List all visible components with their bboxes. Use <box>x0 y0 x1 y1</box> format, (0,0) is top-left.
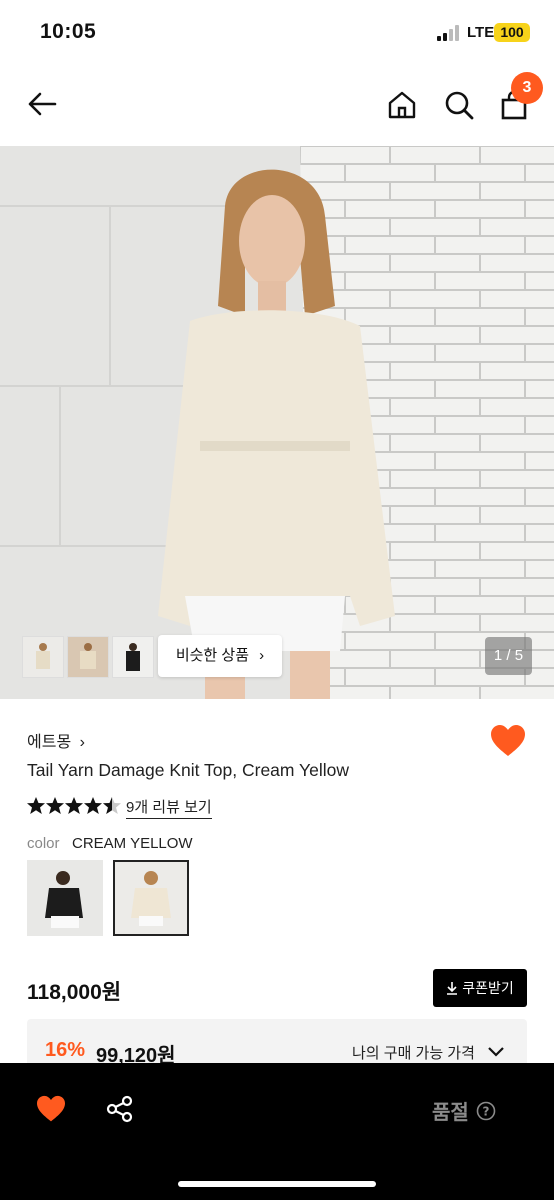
my-price-toggle[interactable]: 나의 구매 가능 가격 <box>352 1042 505 1063</box>
soldout-status: 품절 ? <box>432 1096 496 1125</box>
coupon-button-label: 쿠폰받기 <box>462 980 514 996</box>
chevron-down-icon <box>488 1047 504 1057</box>
share-icon[interactable] <box>106 1095 134 1123</box>
home-icon[interactable] <box>386 89 418 121</box>
home-indicator <box>178 1181 376 1187</box>
color-value: CREAM YELLOW <box>72 835 193 852</box>
color-swatch-cream-yellow[interactable] <box>113 860 189 936</box>
color-swatch-black[interactable] <box>27 860 103 936</box>
brand-name: 에트몽 <box>27 734 72 751</box>
cart-count-badge: 3 <box>511 72 543 104</box>
network-label: LTE <box>467 24 495 41</box>
similar-products-button[interactable]: 비슷한 상품 › <box>158 635 282 677</box>
gallery-thumbnail[interactable] <box>112 636 154 678</box>
status-time: 10:05 <box>40 20 97 43</box>
original-price: 118,000원 <box>27 981 122 1004</box>
help-icon[interactable]: ? <box>476 1101 496 1121</box>
product-image[interactable] <box>0 146 554 699</box>
chevron-right-icon: › <box>79 734 85 751</box>
gallery-page-indicator: 1 / 5 <box>485 637 532 675</box>
star-rating <box>27 797 121 814</box>
product-photo-illustration <box>0 146 554 699</box>
signal-icon <box>437 25 459 41</box>
battery-indicator: 100 <box>494 23 530 42</box>
svg-text:?: ? <box>483 1105 490 1119</box>
back-arrow-icon[interactable] <box>26 88 58 120</box>
brand-link[interactable]: 에트몽 › <box>27 728 85 752</box>
coupon-download-button[interactable]: 쿠폰받기 <box>433 969 527 1007</box>
search-icon[interactable] <box>443 89 475 121</box>
bottom-action-bar <box>0 1063 554 1200</box>
discount-percent: 16% <box>45 1039 86 1061</box>
review-link[interactable]: 9개 리뷰 보기 <box>126 796 212 819</box>
chevron-right-icon: › <box>259 647 265 664</box>
my-price-label: 나의 구매 가능 가격 <box>352 1045 475 1062</box>
wishlist-heart-icon[interactable] <box>490 724 526 758</box>
product-title: Tail Yarn Damage Knit Top, Cream Yellow <box>27 760 349 780</box>
gallery-thumbnail[interactable] <box>22 636 64 678</box>
color-label: color <box>27 835 60 852</box>
download-icon <box>447 982 458 995</box>
similar-products-label: 비슷한 상품 <box>175 647 249 664</box>
wishlist-heart-icon[interactable] <box>36 1095 66 1123</box>
soldout-label: 품절 <box>432 1102 469 1124</box>
gallery-thumbnail[interactable] <box>67 636 109 678</box>
